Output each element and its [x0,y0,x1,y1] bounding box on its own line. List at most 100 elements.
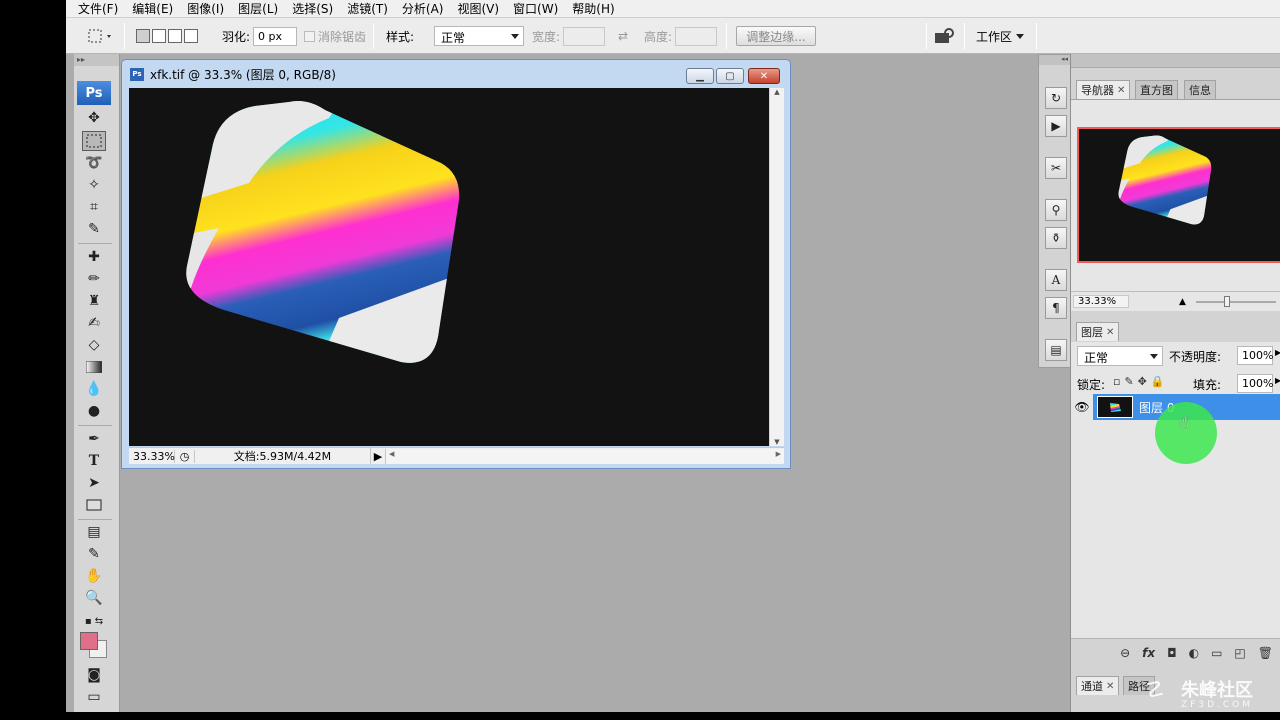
menu-filter[interactable]: 滤镜(T) [347,0,388,17]
minimize-button[interactable]: ▁ [686,68,714,84]
subtract-selection-button[interactable] [168,29,182,43]
status-options-icon[interactable]: ◷ [175,449,195,463]
history-brush-tool-icon[interactable]: ✍ [82,313,106,333]
adjustment-layer-icon[interactable]: ◐ [1189,646,1199,660]
ps-doc-icon: Ps [130,67,144,81]
tab-channels[interactable]: 通道 ✕ [1076,676,1120,695]
pen-tool-icon[interactable]: ✒ [82,429,106,449]
navigator-zoom-input[interactable]: 33.33% [1073,295,1129,308]
zoom-readout[interactable]: 33.33% [129,449,175,463]
navigator-zoom-slider[interactable] [1195,295,1276,307]
character-panel-icon[interactable]: A [1045,269,1067,291]
marquee-preset-picker[interactable] [86,18,116,54]
dodge-tool-icon[interactable]: ● [82,401,106,421]
healing-brush-tool-icon[interactable]: ✚ [82,247,106,267]
close-button[interactable]: ✕ [748,68,780,84]
horizontal-scrollbar[interactable]: ◀ ▶ [385,448,784,464]
swap-arrows-icon[interactable]: ⇄ [618,29,628,43]
link-layers-icon[interactable]: ⊖ [1120,646,1130,660]
eye-icon[interactable]: 👁 [1071,394,1093,420]
intersect-selection-button[interactable] [184,29,198,43]
width-input[interactable] [563,26,606,46]
screen-mode-icon[interactable]: ▭ [82,687,106,707]
feather-input[interactable]: 0 px [253,26,298,46]
bridge-button[interactable] [934,18,956,54]
fill-input[interactable]: 100% [1237,374,1273,393]
layer-style-icon[interactable]: fx [1142,646,1155,660]
panel-column-grip[interactable] [1071,54,1280,67]
layer-comps-panel-icon[interactable]: ▤ [1045,339,1067,361]
menu-view[interactable]: 视图(V) [457,0,499,17]
vertical-scrollbar[interactable]: ▲ ▼ [769,88,784,446]
new-selection-button[interactable] [136,29,150,43]
close-icon[interactable]: ✕ [1106,681,1114,692]
opacity-arrow-icon[interactable]: ▶ [1275,348,1280,357]
close-icon[interactable]: ✕ [1106,327,1114,338]
fill-arrow-icon[interactable]: ▶ [1275,376,1280,385]
eraser-tool-icon[interactable]: ◇ [82,335,106,355]
close-icon[interactable]: ✕ [1117,85,1125,96]
workspace-dropdown[interactable]: 工作区 [976,18,1025,54]
path-selection-tool-icon[interactable]: ➤ [82,473,106,493]
height-input[interactable] [675,26,718,46]
lasso-tool-icon[interactable]: ➰ [82,153,106,173]
opacity-input[interactable]: 100% [1237,346,1273,365]
tab-layers[interactable]: 图层 ✕ [1076,322,1120,341]
document-canvas[interactable] [129,88,769,446]
menu-help[interactable]: 帮助(H) [572,0,614,17]
blur-tool-icon[interactable]: 💧 [82,379,106,399]
maximize-button[interactable]: ▢ [716,68,744,84]
rectangle-shape-tool-icon[interactable] [82,495,106,515]
actions-panel-icon[interactable]: ▶ [1045,115,1067,137]
menu-window[interactable]: 窗口(W) [513,0,558,17]
brush-tool-icon[interactable]: ✏ [82,269,106,289]
menu-layer[interactable]: 图层(L) [238,0,278,17]
menu-edit[interactable]: 编辑(E) [132,0,173,17]
refine-edge-button[interactable]: 调整边缘... [736,26,816,46]
new-layer-icon[interactable]: ◰ [1234,646,1245,660]
style-dropdown[interactable]: 正常 [434,26,524,46]
navigator-preview[interactable] [1077,127,1280,263]
history-panel-icon[interactable]: ↻ [1045,87,1067,109]
rect-marquee-tool-icon[interactable] [82,131,106,151]
move-tool-icon[interactable]: ✥ [82,108,106,128]
status-menu-arrow-icon[interactable]: ▶ [371,450,385,463]
dock-collapse-grip[interactable]: ◂◂ [1039,55,1073,65]
menu-file[interactable]: 文件(F) [78,0,118,17]
type-tool-icon[interactable]: T [82,451,106,471]
layer-mask-icon[interactable]: ◘ [1167,646,1177,660]
zoom-slider-thumb[interactable] [1223,295,1230,307]
menu-select[interactable]: 选择(S) [292,0,333,17]
zoom-tool-icon[interactable]: 🔍 [82,588,106,608]
clone-source-panel-icon[interactable]: ⚱ [1045,227,1067,249]
lock-options-icons[interactable]: ▫✎✥🔒 [1113,375,1169,388]
add-selection-button[interactable] [152,29,166,43]
new-group-icon[interactable]: ▭ [1211,646,1222,660]
default-colors-icon[interactable]: ▪ ⇆ [82,611,106,631]
hand-tool-icon[interactable]: ✋ [82,566,106,586]
tool-presets-panel-icon[interactable]: ✂ [1045,157,1067,179]
gradient-tool-icon[interactable] [82,357,106,377]
eyedropper-tool-icon[interactable]: ✎ [82,544,106,564]
tab-info[interactable]: 信息 [1184,80,1216,99]
tab-navigator[interactable]: 导航器 ✕ [1076,80,1131,99]
chevron-down-icon [511,34,519,39]
navigator-zoom-bar: 33.33% ▲ [1071,291,1280,311]
menu-image[interactable]: 图像(I) [187,0,224,17]
delete-layer-icon[interactable]: 🗑 [1258,646,1273,660]
quick-mask-icon[interactable]: ◙ [82,665,106,685]
notes-tool-icon[interactable]: ▤ [82,522,106,542]
clone-stamp-tool-icon[interactable]: ♜ [82,291,106,311]
magic-wand-tool-icon[interactable]: ✧ [82,175,106,195]
crop-tool-icon[interactable]: ⌗ [82,197,106,217]
antialias-checkbox[interactable] [304,30,315,42]
slice-tool-icon[interactable]: ✎ [82,219,106,239]
foreground-color-swatch[interactable] [80,632,98,650]
tab-histogram[interactable]: 直方图 [1135,80,1178,99]
blend-mode-dropdown[interactable]: 正常 [1077,346,1163,366]
toolbox-grip[interactable]: ▸▸ [74,54,119,66]
zoom-out-icon[interactable]: ▲ [1179,297,1186,307]
menu-analysis[interactable]: 分析(A) [402,0,444,17]
brushes-panel-icon[interactable]: ⚲ [1045,199,1067,221]
paragraph-panel-icon[interactable]: ¶ [1045,297,1067,319]
